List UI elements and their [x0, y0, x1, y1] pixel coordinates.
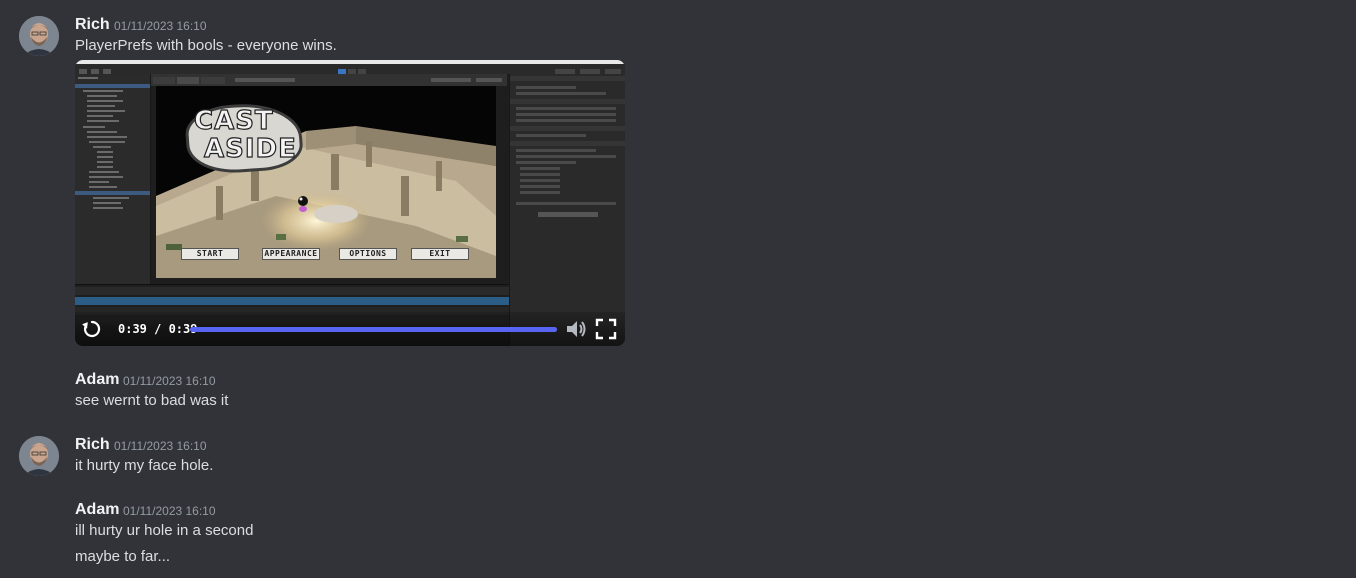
game-exit-button: EXIT: [411, 248, 469, 260]
message-text: PlayerPrefs with bools - everyone wins.: [75, 37, 337, 54]
message-text: see wernt to bad was it: [75, 392, 229, 409]
message-text: ill hurty ur hole in a second: [75, 522, 254, 539]
timestamp[interactable]: 01/11/2023 16:10: [123, 371, 216, 391]
replay-button[interactable]: [81, 318, 103, 340]
avatar-rich[interactable]: [19, 16, 59, 56]
replay-icon: [82, 320, 101, 338]
timestamp[interactable]: 01/11/2023 16:10: [114, 16, 207, 36]
timestamp[interactable]: 01/11/2023 16:10: [114, 436, 207, 456]
scene-tabs: [151, 74, 507, 86]
message-text: it hurty my face hole.: [75, 457, 214, 474]
game-options-button: OPTIONS: [339, 248, 397, 260]
volume-icon: [567, 321, 586, 337]
game-appearance-button: APPEARANCE: [262, 248, 320, 260]
username[interactable]: Adam: [75, 370, 119, 390]
avatar-rich[interactable]: [19, 436, 59, 476]
game-start-button: START: [181, 248, 239, 260]
video-attachment[interactable]: CAST ASIDE START APPEARANCE OPTIONS EXIT: [75, 60, 625, 346]
fullscreen-icon: [595, 318, 617, 340]
video-time: 0:39 / 0:39: [118, 322, 198, 336]
fullscreen-button[interactable]: [595, 318, 617, 340]
message-text-followup: maybe to far...: [75, 548, 171, 565]
volume-button[interactable]: [565, 318, 587, 340]
username[interactable]: Rich: [75, 15, 110, 35]
avatar-image: [19, 436, 59, 476]
video-progress-bar[interactable]: [190, 327, 557, 332]
hierarchy-panel: [75, 74, 151, 284]
avatar-image: [19, 16, 59, 56]
username[interactable]: Adam: [75, 500, 119, 520]
video-controls: 0:39 / 0:39: [75, 312, 625, 346]
video-progress-fill: [190, 327, 557, 332]
username[interactable]: Rich: [75, 435, 110, 455]
game-title-line1: CAST: [193, 106, 274, 136]
game-view: CAST ASIDE START APPEARANCE OPTIONS EXIT: [156, 86, 496, 278]
chat-messages: Rich 01/11/2023 16:10 PlayerPrefs with b…: [0, 0, 1356, 578]
game-title-line2: ASIDE: [203, 134, 297, 164]
inspector-panel: [509, 74, 625, 346]
timestamp[interactable]: 01/11/2023 16:10: [123, 501, 216, 521]
